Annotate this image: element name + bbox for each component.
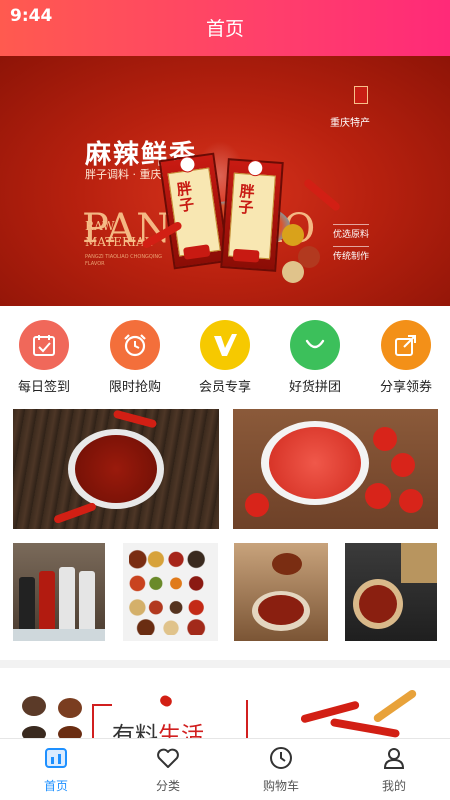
section-divider [0, 660, 450, 668]
quick-label: 分享领券 [379, 380, 432, 395]
banner-raw-line1: RAW [85, 219, 115, 233]
quick-item-vip[interactable]: 会员专享 [189, 320, 261, 395]
spice-decoration [282, 261, 304, 283]
tab-mine[interactable]: 我的 [338, 745, 450, 794]
product-image-dark-bowl[interactable] [345, 543, 437, 641]
product-image-bottles[interactable] [13, 543, 105, 641]
banner-tag-2: 传统制作 [333, 246, 370, 262]
pack-word-right: 胖子 [237, 182, 256, 218]
quick-label: 会员专享 [198, 380, 251, 395]
home-icon [43, 745, 69, 771]
promo-banner[interactable]: PANG JIAO 麻辣鲜香 胖子调料 · 重庆味道 RAW MATERIAL … [0, 56, 450, 306]
quick-item-group-buy[interactable]: 好货拼团 [279, 320, 351, 395]
calendar-check-icon [19, 320, 69, 370]
banner-region: 重庆特产 [330, 118, 370, 129]
quick-item-share-coupon[interactable]: 分享领券 [370, 320, 442, 395]
chili-decoration [372, 688, 418, 724]
user-icon [381, 745, 407, 771]
spice-decoration [282, 224, 304, 246]
bottom-tab-bar: 首页 分类 购物车 我的 [0, 738, 450, 800]
tab-label: 购物车 [262, 779, 299, 793]
product-image-tomato-sauce[interactable] [233, 409, 438, 529]
banner-small-print: PANGZI TIAOLIAO CHONGQING FLAVOR [85, 254, 162, 267]
banner-tag-1: 优选原料 [333, 224, 370, 240]
share-icon [381, 320, 431, 370]
product-pack-right: 胖子 [220, 158, 284, 272]
smile-icon [290, 320, 340, 370]
quick-item-flash-sale[interactable]: 限时抢购 [99, 320, 171, 395]
vip-v-icon [200, 320, 250, 370]
heart-icon [155, 745, 181, 771]
quick-item-checkin[interactable]: 每日签到 [8, 320, 80, 395]
page-title: 首页 [205, 18, 244, 40]
product-image-chili-sauce[interactable] [13, 409, 219, 529]
promo-section[interactable]: 有料生活 [0, 668, 450, 740]
promo-title: 有料生活 [112, 716, 204, 740]
product-image-spoon-spice[interactable] [234, 543, 328, 641]
quick-label: 好货拼团 [288, 380, 341, 395]
quick-menu: 每日签到 限时抢购 会员专享 好货拼团 分享领券 [0, 306, 450, 400]
tab-home[interactable]: 首页 [0, 745, 112, 794]
tab-label: 我的 [381, 779, 406, 793]
pack-word-left: 胖子 [175, 179, 196, 215]
app-screen: 9:44 首页 PANG JIAO 麻辣鲜香 胖子调料 · 重庆味道 RAW M… [0, 0, 450, 800]
tab-label: 分类 [155, 779, 180, 793]
chili-decoration [329, 717, 401, 739]
quick-label: 限时抢购 [108, 380, 161, 395]
seal-stamp [354, 86, 368, 104]
tab-cart[interactable]: 购物车 [225, 745, 337, 794]
quick-label: 每日签到 [17, 380, 70, 395]
product-image-spice-bowls[interactable] [123, 543, 218, 641]
clock-icon [268, 745, 294, 771]
tab-category[interactable]: 分类 [112, 745, 224, 794]
alarm-clock-icon [110, 320, 160, 370]
top-header: 9:44 首页 [0, 0, 450, 56]
tab-label: 首页 [43, 779, 68, 793]
